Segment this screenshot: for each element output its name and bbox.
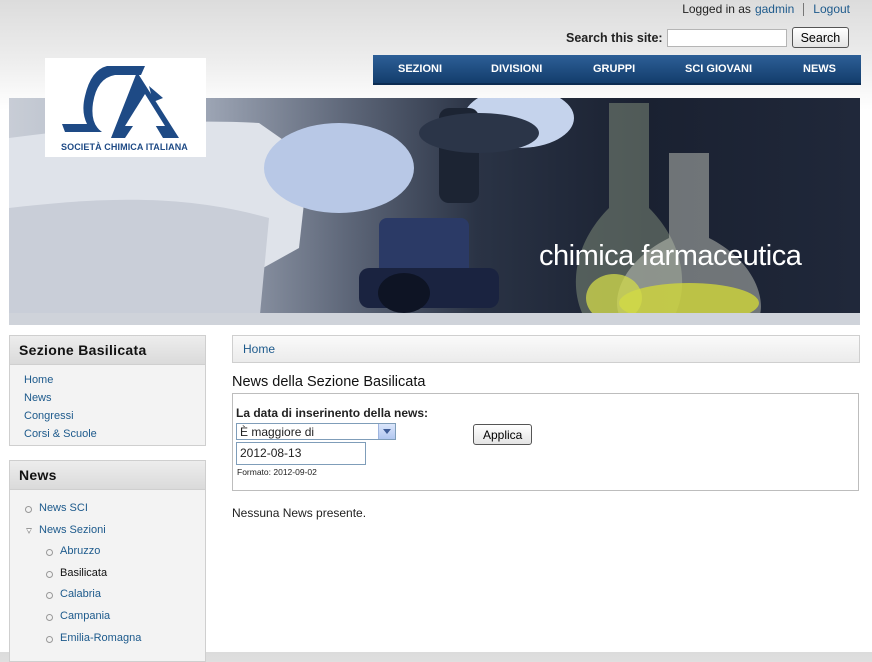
search-label: Search this site: (566, 30, 663, 45)
sidebar-item-basilicata[interactable]: Basilicata (60, 567, 107, 579)
sidebar-item-news-sci[interactable]: News SCI (39, 502, 88, 514)
sidebar-section-box: Sezione Basilicata Home News Congressi C… (9, 335, 206, 446)
news-filter-form: La data di inserinento della news: È mag… (232, 393, 859, 491)
site-search: Search this site: Search (566, 27, 850, 48)
sidebar-item-campania[interactable]: Campania (60, 610, 110, 622)
page-title: News della Sezione Basilicata (232, 374, 426, 390)
empty-message: Nessuna News presente. (232, 506, 367, 520)
operator-select[interactable]: È maggiore di (236, 423, 396, 440)
username-link[interactable]: gadmin (755, 2, 794, 16)
bullet-icon (46, 635, 53, 643)
bullet-icon (46, 613, 53, 621)
logged-in-label: Logged in as (682, 2, 751, 16)
search-button[interactable]: Search (791, 27, 850, 48)
sidebar-section-title: Sezione Basilicata (10, 336, 205, 365)
logo-text: SOCIETÀ CHIMICA ITALIANA (61, 142, 188, 152)
bullet-icon (46, 570, 53, 578)
nav-gruppi[interactable]: GRUPPI (593, 63, 635, 75)
sidebar-item-emilia-romagna[interactable]: Emilia-Romagna (60, 632, 141, 644)
sidebar-news-box: News News SCI News Sezioni Abruzzo Basil… (9, 460, 206, 662)
date-input[interactable]: 2012-08-13 (236, 442, 366, 465)
sidebar-news-title: News (10, 461, 205, 490)
logout-link[interactable]: Logout (813, 2, 850, 16)
sidebar-news-list: News SCI News Sezioni Abruzzo Basilicata… (10, 490, 205, 649)
bullet-icon (46, 592, 53, 600)
main-nav: SEZIONI DIVISIONI GRUPPI SCI GIOVANI NEW… (373, 55, 861, 85)
sidebar-item-home[interactable]: Home (24, 374, 53, 386)
nav-sezioni[interactable]: SEZIONI (398, 63, 442, 75)
bullet-icon (46, 549, 53, 557)
nav-news[interactable]: NEWS (803, 63, 836, 75)
sidebar-item-corsi-scuole[interactable]: Corsi & Scuole (24, 428, 97, 440)
operator-value: È maggiore di (240, 425, 315, 439)
sidebar-item-abruzzo[interactable]: Abruzzo (60, 545, 100, 557)
bullet-icon (25, 506, 32, 513)
user-bar: Logged in as gadmin Logout (682, 2, 850, 16)
breadcrumb-home[interactable]: Home (243, 342, 275, 356)
apply-button[interactable]: Applica (473, 424, 533, 445)
search-input[interactable] (666, 28, 787, 47)
nav-sci-giovani[interactable]: SCI GIOVANI (685, 63, 752, 75)
banner-caption: chimica farmaceutica (539, 240, 802, 272)
chevron-down-icon[interactable] (378, 424, 395, 439)
sidebar-item-news[interactable]: News (24, 392, 52, 404)
expanded-triangle-icon[interactable] (26, 527, 32, 534)
filter-label: La data di inserinento della news: (236, 406, 429, 420)
site-logo[interactable]: SOCIETÀ CHIMICA ITALIANA (45, 58, 206, 157)
sidebar-item-congressi[interactable]: Congressi (24, 410, 74, 422)
breadcrumb: Home (232, 335, 860, 363)
nav-divisioni[interactable]: DIVISIONI (491, 63, 542, 75)
sidebar-item-news-sezioni[interactable]: News Sezioni (39, 524, 106, 536)
sidebar-section-list: Home News Congressi Corsi & Scuole (10, 365, 205, 449)
sidebar-item-calabria[interactable]: Calabria (60, 588, 101, 600)
divider (803, 2, 805, 16)
format-hint: Formato: 2012-09-02 (237, 467, 317, 477)
